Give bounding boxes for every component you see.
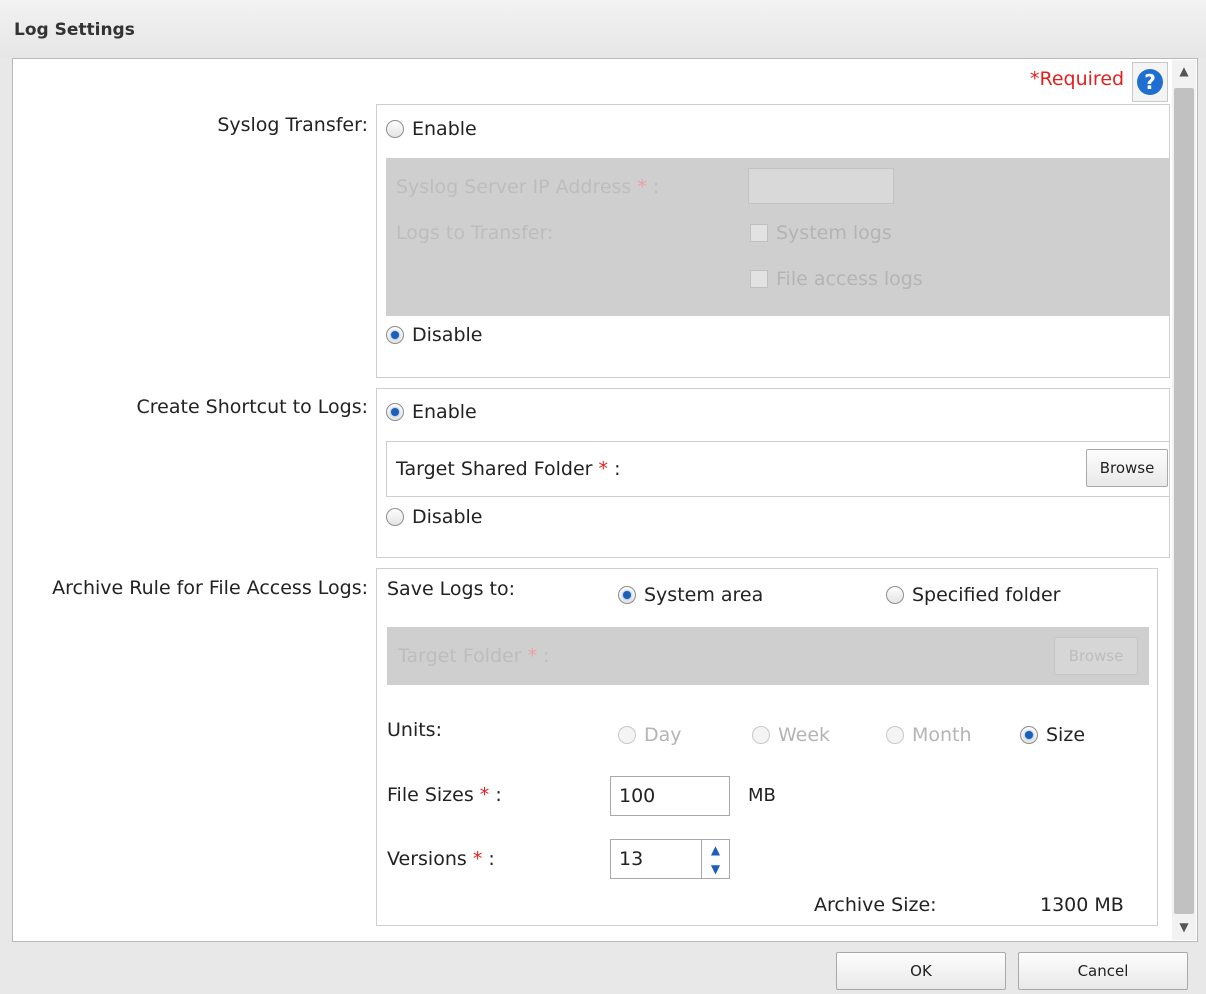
- archive-size-value: 1300 MB: [1040, 894, 1124, 916]
- file-sizes-text: File Sizes: [387, 784, 474, 806]
- file-access-logs-option[interactable]: File access logs: [750, 268, 923, 290]
- specified-folder-radio[interactable]: [886, 586, 904, 604]
- system-area-radio[interactable]: [618, 586, 636, 604]
- cancel-button[interactable]: Cancel: [1018, 952, 1188, 990]
- syslog-disable-label: Disable: [412, 324, 483, 346]
- syslog-server-ip-label: Syslog Server IP Address * :: [396, 176, 660, 198]
- unit-month-option[interactable]: Month: [886, 724, 972, 746]
- file-size-input[interactable]: 100: [610, 776, 730, 816]
- unit-day-radio[interactable]: [618, 726, 636, 744]
- required-asterisk: *: [479, 784, 490, 806]
- syslog-enable-radio[interactable]: [386, 120, 404, 138]
- versions-text: Versions: [387, 848, 467, 870]
- file-size-unit: MB: [748, 785, 776, 806]
- versions-spinner[interactable]: ▲ ▼: [701, 840, 729, 878]
- unit-day-label: Day: [644, 724, 682, 746]
- required-asterisk: *: [598, 458, 609, 480]
- unit-week-option[interactable]: Week: [752, 724, 830, 746]
- scroll-up-icon[interactable]: ▲: [1172, 64, 1196, 78]
- save-logs-to-label: Save Logs to:: [387, 578, 516, 600]
- system-logs-label: System logs: [776, 222, 892, 244]
- create-shortcut-label: Create Shortcut to Logs:: [136, 396, 369, 418]
- unit-week-label: Week: [778, 724, 831, 746]
- spin-up-icon[interactable]: ▲: [702, 840, 729, 859]
- required-asterisk: *: [637, 176, 647, 198]
- syslog-disable-option[interactable]: Disable: [386, 324, 482, 346]
- system-logs-checkbox[interactable]: [750, 224, 768, 242]
- shortcut-enable-radio[interactable]: [386, 403, 404, 421]
- syslog-transfer-label: Syslog Transfer:: [217, 114, 368, 136]
- specified-folder-label: Specified folder: [912, 584, 1061, 606]
- target-folder-label: Target Folder * :: [398, 645, 550, 667]
- archive-rule-label: Archive Rule for File Access Logs:: [52, 577, 368, 599]
- window-title: Log Settings: [14, 20, 135, 40]
- system-area-option[interactable]: System area: [618, 584, 763, 606]
- title-bar: [0, 0, 1206, 58]
- file-access-logs-label: File access logs: [776, 268, 923, 290]
- scrollbar-thumb[interactable]: [1174, 88, 1194, 914]
- spin-down-icon[interactable]: ▼: [702, 859, 729, 878]
- system-area-label: System area: [644, 584, 764, 606]
- archive-panel: [376, 568, 1158, 926]
- shortcut-disable-option[interactable]: Disable: [386, 506, 482, 528]
- system-logs-option[interactable]: System logs: [750, 222, 892, 244]
- required-asterisk: *: [472, 848, 483, 870]
- target-shared-folder-label: Target Shared Folder * :: [396, 458, 621, 480]
- target-folder-text: Target Folder: [398, 645, 522, 667]
- unit-day-option[interactable]: Day: [618, 724, 682, 746]
- syslog-server-ip-input[interactable]: [748, 168, 894, 204]
- file-access-logs-checkbox[interactable]: [750, 270, 768, 288]
- syslog-enable-label: Enable: [412, 118, 477, 140]
- required-note: *Required: [1030, 68, 1125, 90]
- shortcut-disable-label: Disable: [412, 506, 483, 528]
- unit-month-radio[interactable]: [886, 726, 904, 744]
- units-label: Units:: [387, 719, 442, 741]
- shortcut-disable-radio[interactable]: [386, 508, 404, 526]
- help-button[interactable]: ?: [1132, 62, 1168, 102]
- syslog-disable-radio[interactable]: [386, 326, 404, 344]
- syslog-server-ip-text: Syslog Server IP Address: [396, 176, 632, 198]
- file-sizes-label: File Sizes * :: [387, 784, 502, 806]
- archive-browse-button[interactable]: Browse: [1054, 637, 1138, 675]
- unit-week-radio[interactable]: [752, 726, 770, 744]
- unit-month-label: Month: [912, 724, 972, 746]
- archive-size-label: Archive Size:: [814, 894, 937, 916]
- versions-value[interactable]: 13: [619, 848, 643, 870]
- shortcut-enable-option[interactable]: Enable: [386, 401, 477, 423]
- versions-label: Versions * :: [387, 848, 495, 870]
- unit-size-label: Size: [1046, 724, 1086, 746]
- versions-stepper[interactable]: 13 ▲ ▼: [610, 839, 730, 879]
- syslog-enable-option[interactable]: Enable: [386, 118, 477, 140]
- shortcut-enable-label: Enable: [412, 401, 477, 423]
- target-shared-folder-text: Target Shared Folder: [396, 458, 593, 480]
- specified-folder-option[interactable]: Specified folder: [886, 584, 1060, 606]
- ok-button[interactable]: OK: [836, 952, 1006, 990]
- logs-to-transfer-label: Logs to Transfer:: [396, 222, 554, 244]
- unit-size-option[interactable]: Size: [1020, 724, 1085, 746]
- unit-size-radio[interactable]: [1020, 726, 1038, 744]
- shortcut-browse-button[interactable]: Browse: [1086, 449, 1168, 487]
- scroll-down-icon[interactable]: ▼: [1172, 920, 1196, 934]
- help-icon: ?: [1137, 69, 1163, 95]
- required-asterisk: *: [527, 645, 538, 667]
